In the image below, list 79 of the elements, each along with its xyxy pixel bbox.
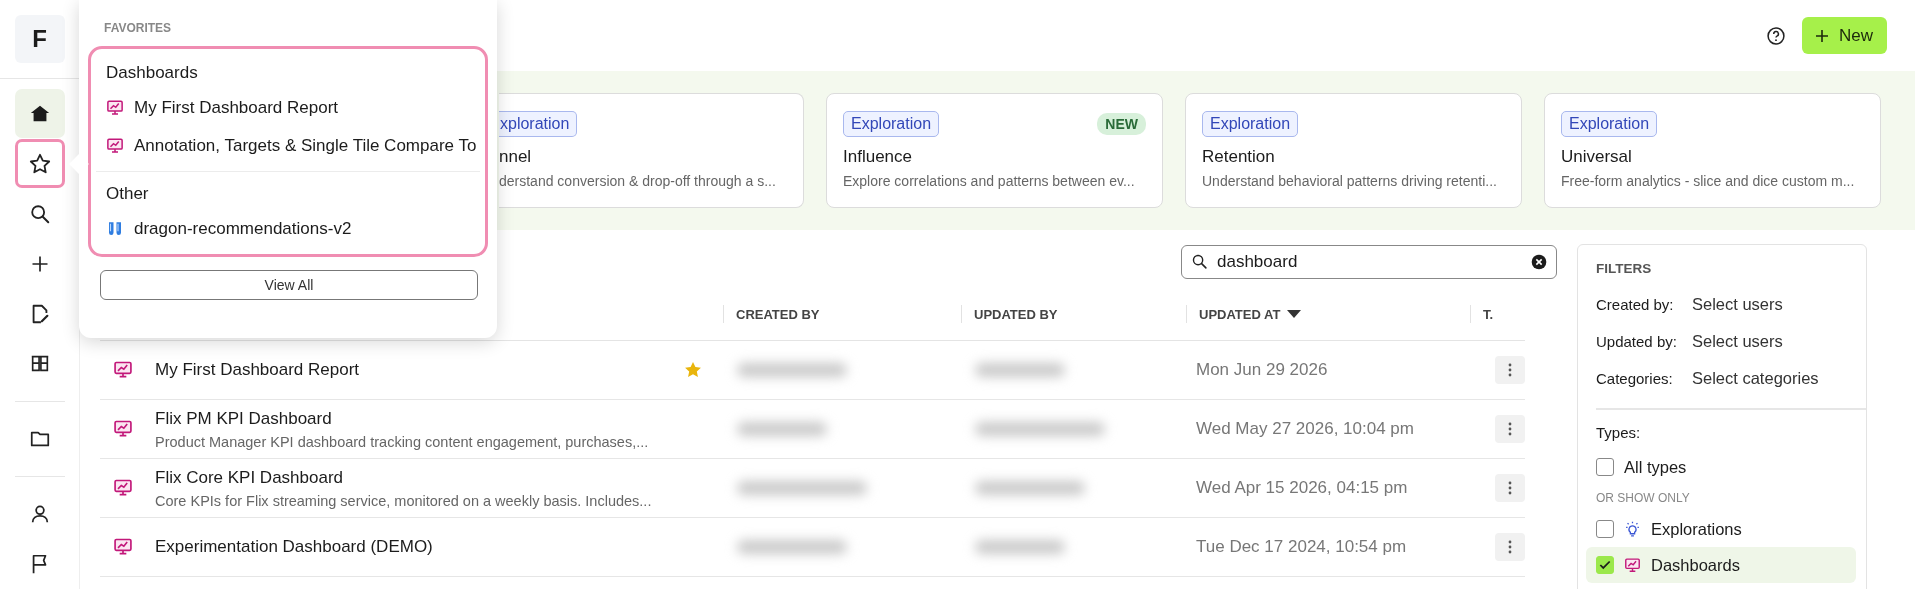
section-label: OR SHOW ONLY <box>1596 491 1691 505</box>
card-title: nnel <box>499 147 533 167</box>
sidebar-button[interactable] <box>14 89 65 138</box>
checkbox-label[interactable]: Dashboards <box>1651 555 1740 575</box>
dashboard-icon <box>113 419 133 439</box>
column-header[interactable]: CREATED BY <box>736 306 820 322</box>
checkbox-label[interactable]: All types <box>1624 457 1687 477</box>
user-select[interactable]: Select categories <box>1692 369 1862 388</box>
section-heading: Dashboards <box>105 62 199 84</box>
dashboard-description: Core KPIs for Flix streaming service, monitored on a weekly basis. Includes... <box>155 492 653 509</box>
card-title: Retention <box>1202 147 1276 167</box>
search-icon <box>1191 253 1208 270</box>
dashboard-icon <box>113 478 133 498</box>
checkbox[interactable] <box>1596 520 1614 538</box>
dashboard-icon <box>113 360 133 380</box>
filter-label: Updated by: <box>1596 333 1678 350</box>
card-description: Free-form analytics - slice and dice custom m... <box>1561 173 1856 189</box>
help-icon[interactable] <box>1766 25 1786 46</box>
checkmark-icon <box>1598 558 1612 572</box>
type-tag: Exploration <box>1202 110 1299 137</box>
new-button[interactable]: New <box>1802 17 1887 54</box>
user-select[interactable]: Select users <box>1692 295 1862 314</box>
column-header[interactable]: T. <box>1483 306 1494 322</box>
filter-label: Categories: <box>1596 370 1674 387</box>
filter-label: Created by: <box>1596 296 1675 313</box>
view-all-button[interactable]: View All <box>100 270 478 300</box>
date-text: Tue Dec 17 2024, 10:54 pm <box>1195 537 1408 557</box>
favorite-item[interactable]: dragon-recommendations-v2 <box>96 210 480 248</box>
favorite-item[interactable]: Annotation, Targets & Single Tile Compare To <box>96 127 480 165</box>
dashboard-icon <box>113 537 133 557</box>
dashboard-title[interactable]: Flix PM KPI Dashboard <box>155 408 723 429</box>
column-header[interactable]: UPDATED AT <box>1199 306 1281 322</box>
star-icon[interactable] <box>683 360 703 380</box>
search-icon <box>28 202 51 225</box>
dashboard-description: Product Manager KPI dashboard tracking content engagement, purchases,... <box>155 433 650 450</box>
date-text: Wed May 27 2026, 10:04 pm <box>1195 419 1415 439</box>
app-logo[interactable]: F <box>14 15 65 63</box>
exploration-card[interactable]: Exploration NEW Influence Explore correlations and patterns between ev... <box>826 93 1163 208</box>
type-tag: Exploration <box>843 110 940 137</box>
card-description: Understand behavioral patterns driving retenti... <box>1202 173 1498 189</box>
kebab-icon <box>1508 363 1512 377</box>
sidebar-button[interactable] <box>14 139 65 188</box>
dashboard-icon <box>106 137 124 155</box>
clear-icon[interactable] <box>1531 254 1547 270</box>
card-title: Influence <box>843 147 913 167</box>
exploration-card[interactable]: Exploration Universal Free-form analytics - slice and dice custom m... <box>1544 93 1881 208</box>
card-title: Universal <box>1561 147 1633 167</box>
date-text: Wed Apr 15 2026, 04:15 pm <box>1195 478 1409 498</box>
filters-heading: FILTERS <box>1596 261 1653 276</box>
dashboard-title[interactable]: Experimentation Dashboard (DEMO) <box>155 537 723 557</box>
sort-caret-icon <box>1286 309 1303 319</box>
section-heading: Other <box>105 183 150 205</box>
plus-icon <box>1814 27 1830 44</box>
popup-heading: FAVORITES <box>104 21 173 35</box>
card-description: derstand conversion & drop-off through a s... <box>499 173 777 189</box>
checkbox[interactable] <box>1596 458 1614 476</box>
checkbox-label[interactable]: Explorations <box>1651 519 1742 539</box>
filter-label: Types: <box>1596 424 1642 441</box>
user-select[interactable]: Select users <box>1692 332 1862 351</box>
date-text: Mon Jun 29 2026 <box>1195 360 1329 380</box>
kebab-icon <box>1508 481 1512 495</box>
exploration-card[interactable]: xploration nnel derstand conversion & drop-off through a s... <box>499 93 804 208</box>
dashboard-title[interactable]: My First Dashboard Report <box>155 360 661 380</box>
dashboard-icon <box>106 99 124 117</box>
test-tubes-icon <box>106 220 124 238</box>
star-icon <box>27 151 52 176</box>
new-tag: NEW <box>1097 112 1146 135</box>
lightbulb-icon <box>1624 520 1641 538</box>
kebab-icon <box>1508 540 1512 554</box>
column-header[interactable]: UPDATED BY <box>974 306 1058 322</box>
card-description: Explore correlations and patterns between ev... <box>843 173 1136 189</box>
type-tag: xploration <box>499 110 578 137</box>
search-field[interactable]: dashboard <box>1181 245 1557 279</box>
dashboard-icon <box>1624 556 1641 574</box>
exploration-card[interactable]: Exploration Retention Understand behavioral patterns driving retenti... <box>1185 93 1522 208</box>
favorite-item[interactable]: My First Dashboard Report <box>96 89 480 127</box>
kebab-icon <box>1508 422 1512 436</box>
type-tag: Exploration <box>1561 110 1658 137</box>
dashboard-title[interactable]: Flix Core KPI Dashboard <box>155 467 723 488</box>
